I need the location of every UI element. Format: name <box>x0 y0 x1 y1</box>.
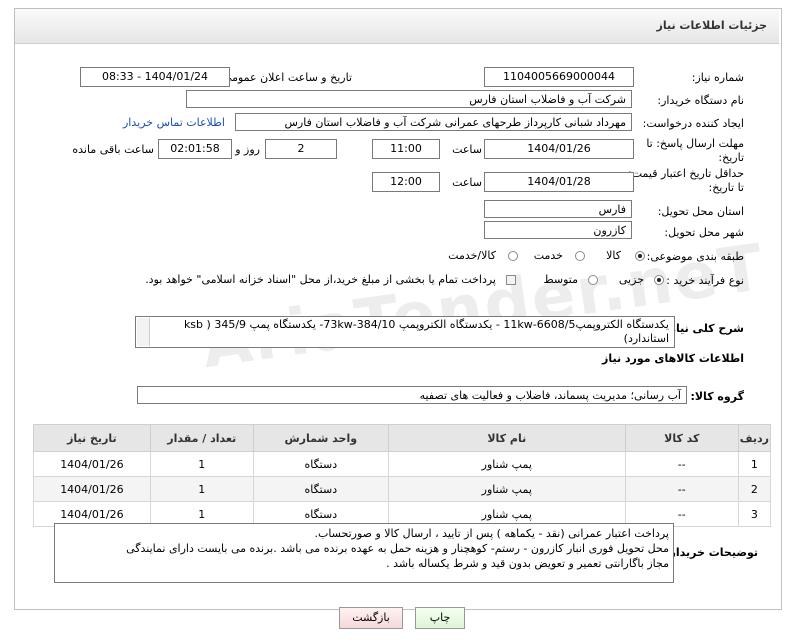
summary-scrollbar[interactable] <box>137 318 150 346</box>
col-name: نام کالا <box>387 424 626 452</box>
province-field: فارس <box>484 200 632 218</box>
process-minor-label: جزیی <box>618 273 644 286</box>
category-radio-goods[interactable] <box>635 251 645 261</box>
cell-row: 1 <box>737 451 772 477</box>
category-service-label: خدمت <box>533 249 563 262</box>
process-radio-medium[interactable] <box>588 275 598 285</box>
send-time-label: ساعت <box>452 143 482 156</box>
send-deadline-label-2: تاریخ: <box>718 151 744 164</box>
goods-group-field: آب رسانی؛ مدیریت پسماند، فاضلاب و فعالیت… <box>137 386 687 404</box>
table-row: 2 -- پمپ شناور دستگاه 1 1404/01/26 <box>33 476 772 502</box>
cell-date: 1404/01/26 <box>33 476 151 502</box>
summary-line-2: استاندارد) <box>623 332 669 345</box>
summary-label: شرح کلی نیاز: <box>665 322 744 335</box>
table-row: 1 -- پمپ شناور دستگاه 1 1404/01/26 <box>33 451 772 477</box>
send-date-field: 1404/01/26 <box>484 139 634 159</box>
price-deadline-label: حداقل تاریخ اعتبار قیمت: <box>628 167 744 180</box>
buyer-note-line-1: پرداخت اعتبار عمرانی (نقد - یکماهه ) پس … <box>314 527 669 540</box>
col-qty: تعداد / مقدار <box>149 424 254 452</box>
announce-field: 1404/01/24 - 08:33 <box>80 67 230 87</box>
panel-header: جزئیات اطلاعات نیاز <box>15 9 779 44</box>
buyer-label: نام دستگاه خریدار: <box>657 94 744 107</box>
cell-qty: 1 <box>149 451 254 477</box>
city-label: شهر محل تحویل: <box>664 226 744 239</box>
buyer-notes-label: توضیحات خریدار: <box>665 546 758 559</box>
process-radio-minor[interactable] <box>654 275 664 285</box>
cell-row: 2 <box>737 476 772 502</box>
category-label: طبقه بندی موضوعی: <box>646 250 744 263</box>
cell-code: -- <box>624 476 739 502</box>
category-goods-label: کالا <box>606 249 621 262</box>
price-date-field: 1404/01/28 <box>484 172 634 192</box>
goods-group-label: گروه کالا: <box>690 390 744 403</box>
requester-field: مهرداد شبانی کارپرداز طرحهای عمرانی شرکت… <box>235 113 632 131</box>
requester-label: ایجاد کننده درخواست: <box>642 117 744 130</box>
category-radio-service[interactable] <box>575 251 585 261</box>
process-medium-label: متوسط <box>543 273 578 286</box>
need-number-field: 1104005669000044 <box>484 67 634 87</box>
cell-date: 1404/01/26 <box>33 451 151 477</box>
col-date: تاریخ نیاز <box>33 424 151 452</box>
buyer-notes-textarea[interactable]: پرداخت اعتبار عمرانی (نقد - یکماهه ) پس … <box>54 523 674 583</box>
buyer-contact-link[interactable]: اطلاعات تماس خریدار <box>123 116 225 129</box>
goods-section-title: اطلاعات کالاهای مورد نیاز <box>602 352 744 365</box>
cell-name: پمپ شناور <box>387 476 626 502</box>
back-button[interactable]: بازگشت <box>339 607 403 629</box>
cell-name: پمپ شناور <box>387 451 626 477</box>
announce-label: تاریخ و ساعت اعلان عمومی: <box>219 71 352 84</box>
treasury-payment-note: پرداخت تمام یا بخشی از مبلغ خرید،از محل … <box>145 273 496 286</box>
days-field: 2 <box>265 139 337 159</box>
summary-textarea[interactable]: یکدستگاه الکتروپمپ11kw-6608/5 - یکدستگاه… <box>135 316 675 348</box>
category-radio-goods-service[interactable] <box>508 251 518 261</box>
process-label: نوع فرآیند خرید : <box>666 274 744 287</box>
buyer-note-line-2: محل تحویل فوری انبار کازرون - رستم- کوهچ… <box>126 542 669 555</box>
price-time-label: ساعت <box>452 176 482 189</box>
col-code: کد کالا <box>624 424 739 452</box>
summary-line-1: یکدستگاه الکتروپمپ11kw-6608/5 - یکدستگاه… <box>183 318 669 331</box>
need-number-label: شماره نیاز: <box>691 71 744 84</box>
table-header-row: ردیف کد کالا نام کالا واحد شمارش تعداد /… <box>33 424 772 452</box>
category-goods-service-label: کالا/خدمت <box>448 249 496 262</box>
cell-unit: دستگاه <box>252 451 389 477</box>
remaining-label: ساعت باقی مانده <box>72 143 154 156</box>
cell-qty: 1 <box>149 476 254 502</box>
cell-code: -- <box>624 451 739 477</box>
cell-row: 3 <box>737 501 772 527</box>
treasury-payment-checkbox[interactable] <box>506 275 516 285</box>
price-time-field: 12:00 <box>372 172 440 192</box>
print-button[interactable]: چاپ <box>415 607 465 629</box>
col-row: ردیف <box>737 424 772 452</box>
panel-title: جزئیات اطلاعات نیاز <box>656 19 768 32</box>
price-deadline-label-2: تا تاریخ: <box>708 181 744 194</box>
city-field: کازرون <box>484 221 632 239</box>
cell-unit: دستگاه <box>252 476 389 502</box>
remaining-time-field: 02:01:58 <box>158 139 232 159</box>
col-unit: واحد شمارش <box>252 424 389 452</box>
days-label: روز و <box>235 143 260 156</box>
province-label: استان محل تحویل: <box>657 205 744 218</box>
send-time-field: 11:00 <box>372 139 440 159</box>
buyer-field: شرکت آب و فاضلاب استان فارس <box>186 90 632 108</box>
send-deadline-label: مهلت ارسال پاسخ: تا <box>646 137 744 150</box>
buyer-note-line-3: مجاز باگارانتی تعمیر و تعویض بدون قید و … <box>386 557 669 570</box>
goods-table: ردیف کد کالا نام کالا واحد شمارش تعداد /… <box>33 424 772 527</box>
